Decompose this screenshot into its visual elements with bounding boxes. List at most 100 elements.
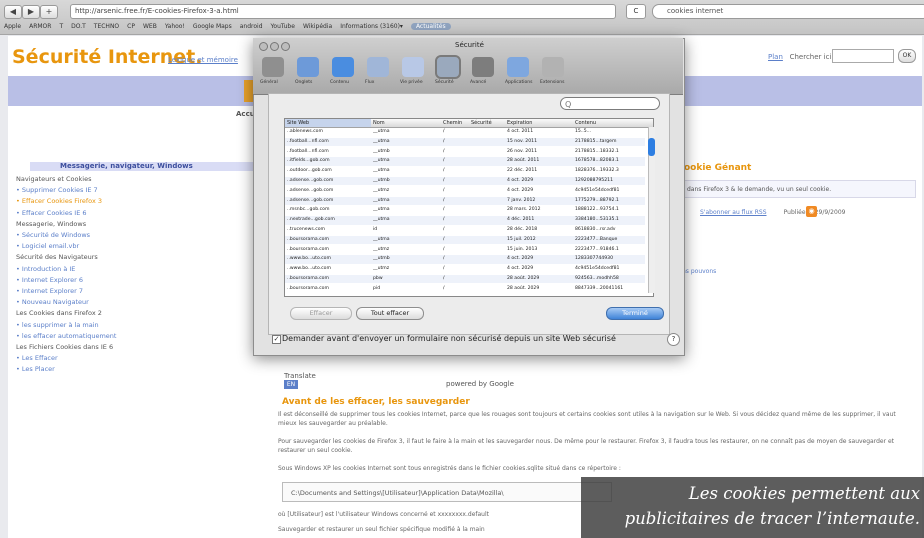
table-cell: 8618830...rsr.adv	[575, 227, 616, 232]
zoom-window-icon[interactable]	[281, 42, 290, 51]
sidebar-item[interactable]: • Effacer Cookies IE 6	[16, 209, 87, 217]
plan-link[interactable]: Plan	[768, 53, 783, 61]
add-bookmark-button[interactable]: +	[40, 5, 58, 19]
table-cell: ..adsense...gob.com	[287, 197, 334, 203]
column-header[interactable]: Chemin	[443, 119, 462, 127]
bookmark-item[interactable]: Google Maps	[193, 23, 232, 30]
table-row[interactable]: ..boursorama.com pid / 28 août. 2029 8847339…	[285, 285, 645, 293]
table-row[interactable]: ..www.bo...uto.com __utmb / 4 oct. 2029 1283…	[285, 255, 645, 264]
sidebar-item[interactable]: • Introduction à IE	[16, 265, 75, 273]
delete-button[interactable]: Effacer	[290, 307, 352, 320]
sidebar-item[interactable]: • Internet Explorer 7	[16, 287, 83, 295]
article-summary: dans Firefox 3 & le demande, vu un seul …	[672, 180, 916, 198]
column-header[interactable]: Expiration	[507, 119, 532, 127]
done-button[interactable]: Terminé	[606, 307, 664, 320]
table-cell: 15..5...	[575, 129, 592, 134]
table-row[interactable]: ..adsense...gob.com __utma / 7 janv. 2012 17…	[285, 196, 645, 205]
back-button[interactable]: ◀	[4, 5, 22, 19]
bookmark-item[interactable]: Informations (3160)▾	[340, 23, 403, 30]
sidebar-item[interactable]: • Les Placer	[16, 365, 55, 373]
sidebar-item[interactable]: • les effacer automatiquement	[16, 332, 116, 340]
confirm-form-checkbox[interactable]: ✓	[272, 335, 281, 344]
table-cell: /	[443, 207, 445, 213]
bookmark-item[interactable]: TECHNO	[94, 23, 119, 30]
sidebar-item[interactable]: • Supprimer Cookies IE 7	[16, 186, 98, 194]
address-bar[interactable]: http://arsenic.free.fr/E-cookies-Firefox…	[70, 4, 616, 19]
privacy-icon[interactable]	[402, 57, 424, 77]
cookie-filter-input[interactable]: Q	[560, 97, 660, 110]
bookmark-item[interactable]: CP	[127, 23, 135, 30]
sidebar-item[interactable]: • Logiciel email.vbr	[16, 242, 79, 250]
tabs-icon[interactable]	[297, 57, 319, 77]
bookmark-item[interactable]: Actualités	[410, 23, 451, 30]
bookmark-item[interactable]: ARMOR	[29, 23, 51, 30]
bookmark-item[interactable]: T	[59, 23, 63, 30]
site-search-input[interactable]	[832, 49, 894, 63]
column-header[interactable]: Contenu	[575, 119, 596, 127]
article-link[interactable]: ns pouvons	[682, 268, 716, 275]
table-cell: __utmb	[373, 148, 390, 154]
extensions-icon[interactable]	[542, 57, 564, 77]
column-header[interactable]: Nom	[373, 119, 385, 127]
feeds-icon[interactable]	[367, 57, 389, 77]
site-search-button[interactable]: OK	[898, 49, 916, 63]
sidebar-item[interactable]: • Les Effacer	[16, 354, 58, 362]
table-row[interactable]: ..ablenews.com __utma / 4 oct. 2011 15..5...	[285, 128, 645, 136]
table-cell: ..trucenews.com	[287, 227, 326, 232]
reload-button[interactable]: C	[626, 4, 646, 19]
rss-icon[interactable]: ◉	[806, 206, 817, 217]
bookmark-item[interactable]: DO.T	[71, 23, 86, 30]
help-button[interactable]: ?	[667, 333, 680, 346]
table-cell: __utmz	[373, 246, 390, 252]
sidebar-item[interactable]: • Sécurité de Windows	[16, 231, 90, 239]
table-row[interactable]: ..www.bo...uto.com __utmz / 4 oct. 2029 4c94…	[285, 265, 645, 273]
bookmark-item[interactable]: Apple	[4, 23, 21, 30]
close-window-icon[interactable]	[259, 42, 268, 51]
table-row[interactable]: ..outdoor...gob.com __utma / 22 déc. 2011 18…	[285, 167, 645, 175]
table-cell: __utmz	[373, 187, 390, 193]
table-row[interactable]: ..boursorama.com __utma / 15 juil. 2012 2223…	[285, 235, 645, 245]
forward-button[interactable]: ▶	[22, 5, 40, 19]
site-subtitle[interactable]: Lexique et mémoire	[168, 56, 238, 64]
scroll-thumb[interactable]	[648, 138, 655, 156]
delete-all-button[interactable]: Tout effacer	[356, 307, 424, 320]
table-row[interactable]: ..itfields...gob.com __utma / 28 août. 2011…	[285, 157, 645, 166]
column-header[interactable]: Sécurité	[471, 119, 492, 127]
sidebar-item[interactable]: • Effacer Cookies Firefox 3	[16, 197, 102, 205]
table-row[interactable]: ..adsense...gob.com __utmz / 4 oct. 2029 4c9…	[285, 187, 645, 195]
column-header[interactable]: Site Web	[285, 119, 371, 127]
rss-link[interactable]: S'abonner au flux RSS	[700, 209, 767, 216]
translate-button[interactable]: EN	[284, 380, 298, 389]
bookmark-item[interactable]: Yahoo!	[165, 23, 185, 30]
table-cell: __utmz	[373, 266, 390, 272]
table-cell: ..football...nfl.com	[287, 148, 329, 154]
table-cell: /	[443, 276, 445, 281]
table-row[interactable]: ..boursorama.com __utmz / 15 juin. 2013 2223…	[285, 246, 645, 254]
security-icon[interactable]	[435, 55, 461, 79]
content-icon[interactable]	[332, 57, 354, 77]
table-cell: ..outdoor...gob.com	[287, 168, 332, 174]
sidebar-item[interactable]: • Internet Explorer 6	[16, 276, 83, 284]
table-row[interactable]: ..adsense...gob.com __utmb / 4 oct. 2029 129…	[285, 177, 645, 186]
search-input[interactable]: cookies internet	[652, 4, 924, 19]
table-row[interactable]: ..trucenews.com id / 28 déc. 2018 8618830...…	[285, 226, 645, 234]
path-box[interactable]: C:\Documents and Settings\[Utilisateur]\…	[282, 482, 612, 502]
applications-icon[interactable]	[507, 57, 529, 77]
minimize-window-icon[interactable]	[270, 42, 279, 51]
advanced-icon[interactable]	[472, 57, 494, 77]
sidebar-item[interactable]: • Nouveau Navigateur	[16, 298, 89, 306]
general-icon[interactable]	[262, 57, 284, 77]
bookmark-item[interactable]: WEB	[143, 23, 157, 30]
table-row[interactable]: ..football...nfl.com __utmb / 26 nov. 2011 2…	[285, 148, 645, 156]
bookmark-item[interactable]: YouTube	[271, 23, 295, 30]
table-row[interactable]: ..football...nfl.com __utma / 15 nov. 2011 2…	[285, 137, 645, 147]
bookmark-item[interactable]: android	[240, 23, 263, 30]
table-row[interactable]: ..boursorama.com pbw / 28 août. 2029 924563.…	[285, 275, 645, 284]
sidebar-item[interactable]: • les supprimer à la main	[16, 321, 99, 329]
table-cell: 2178815...18332.1	[575, 148, 619, 154]
table-cell: 28 août. 2011	[507, 158, 540, 164]
table-row[interactable]: ..msnbc...gob.com __utma / 28 mars. 2012 188…	[285, 206, 645, 214]
bookmark-item[interactable]: Wikipédia	[303, 23, 332, 30]
table-cell: ..itfields...gob.com	[287, 158, 330, 164]
table-row[interactable]: ..nextrade...gob.com __utma / 4 déc. 2011 33…	[285, 216, 645, 225]
